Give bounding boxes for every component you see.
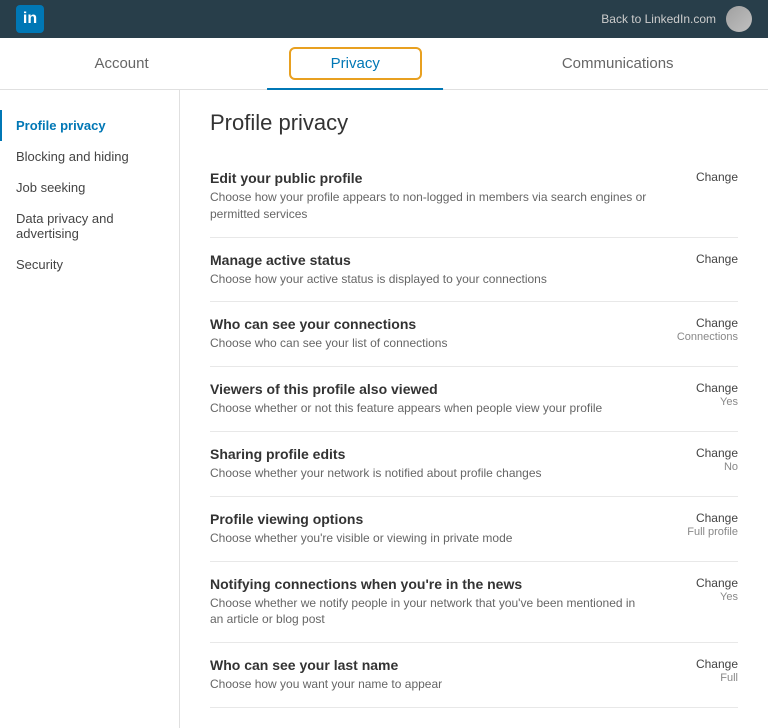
settings-item-desc-notifying-connections: Choose whether we notify people in your … xyxy=(210,595,648,629)
settings-item-right-profile-viewing-options: ChangeFull profile xyxy=(668,511,738,538)
settings-item-who-can-see-last-name: Who can see your last name Choose how you… xyxy=(210,643,738,708)
tab-privacy[interactable]: Privacy xyxy=(209,38,502,90)
change-link-manage-active-status[interactable]: Change xyxy=(668,252,738,266)
settings-item-left-notifying-connections: Notifying connections when you're in the… xyxy=(210,576,668,629)
sidebar: Profile privacy Blocking and hiding Job … xyxy=(0,90,180,728)
settings-item-left-viewers-also-viewed: Viewers of this profile also viewed Choos… xyxy=(210,381,668,417)
settings-item-desc-sharing-profile-edits: Choose whether your network is notified … xyxy=(210,465,648,482)
avatar-image xyxy=(726,6,752,32)
sidebar-item-data-privacy[interactable]: Data privacy and advertising xyxy=(0,203,179,249)
settings-item-right-manage-active-status: Change xyxy=(668,252,738,266)
settings-item-title-who-can-see-connections: Who can see your connections xyxy=(210,316,648,332)
page-title: Profile privacy xyxy=(210,110,738,136)
change-link-notifying-connections[interactable]: Change xyxy=(668,576,738,590)
settings-item-title-viewers-also-viewed: Viewers of this profile also viewed xyxy=(210,381,648,397)
sidebar-item-job-seeking[interactable]: Job seeking xyxy=(0,172,179,203)
settings-item-title-who-can-see-last-name: Who can see your last name xyxy=(210,657,648,673)
settings-item-left-sharing-profile-edits: Sharing profile edits Choose whether your… xyxy=(210,446,668,482)
settings-item-title-profile-viewing-options: Profile viewing options xyxy=(210,511,648,527)
settings-list: Edit your public profile Choose how your … xyxy=(210,156,738,708)
settings-item-title-manage-active-status: Manage active status xyxy=(210,252,648,268)
change-value-who-can-see-connections: Connections xyxy=(668,331,738,343)
settings-item-right-who-can-see-connections: ChangeConnections xyxy=(668,316,738,343)
settings-item-right-edit-public-profile: Change xyxy=(668,170,738,184)
settings-item-right-notifying-connections: ChangeYes xyxy=(668,576,738,603)
change-value-viewers-also-viewed: Yes xyxy=(668,396,738,408)
tab-account[interactable]: Account xyxy=(34,38,208,90)
settings-item-viewers-also-viewed: Viewers of this profile also viewed Choos… xyxy=(210,367,738,432)
settings-item-desc-edit-public-profile: Choose how your profile appears to non-l… xyxy=(210,189,648,223)
avatar[interactable] xyxy=(726,6,752,32)
main-layout: Profile privacy Blocking and hiding Job … xyxy=(0,90,768,728)
settings-item-profile-viewing-options: Profile viewing options Choose whether yo… xyxy=(210,497,738,562)
change-link-edit-public-profile[interactable]: Change xyxy=(668,170,738,184)
settings-item-edit-public-profile: Edit your public profile Choose how your … xyxy=(210,156,738,238)
settings-item-left-manage-active-status: Manage active status Choose how your acti… xyxy=(210,252,668,288)
change-value-sharing-profile-edits: No xyxy=(668,461,738,473)
settings-item-manage-active-status: Manage active status Choose how your acti… xyxy=(210,238,738,303)
settings-item-desc-manage-active-status: Choose how your active status is display… xyxy=(210,271,648,288)
settings-item-title-edit-public-profile: Edit your public profile xyxy=(210,170,648,186)
linkedin-logo-icon: in xyxy=(16,5,44,33)
change-link-who-can-see-connections[interactable]: Change xyxy=(668,316,738,330)
back-to-linkedin-link[interactable]: Back to LinkedIn.com xyxy=(601,12,716,26)
settings-item-left-who-can-see-last-name: Who can see your last name Choose how you… xyxy=(210,657,668,693)
sidebar-item-security[interactable]: Security xyxy=(0,249,179,280)
change-value-who-can-see-last-name: Full xyxy=(668,672,738,684)
tab-communications[interactable]: Communications xyxy=(502,38,734,90)
settings-item-left-edit-public-profile: Edit your public profile Choose how your … xyxy=(210,170,668,223)
settings-item-who-can-see-connections: Who can see your connections Choose who c… xyxy=(210,302,738,367)
settings-item-left-profile-viewing-options: Profile viewing options Choose whether yo… xyxy=(210,511,668,547)
change-link-who-can-see-last-name[interactable]: Change xyxy=(668,657,738,671)
content-area: Profile privacy Edit your public profile… xyxy=(180,90,768,728)
change-link-viewers-also-viewed[interactable]: Change xyxy=(668,381,738,395)
settings-item-left-who-can-see-connections: Who can see your connections Choose who c… xyxy=(210,316,668,352)
settings-item-notifying-connections: Notifying connections when you're in the… xyxy=(210,562,738,644)
change-link-sharing-profile-edits[interactable]: Change xyxy=(668,446,738,460)
settings-item-title-notifying-connections: Notifying connections when you're in the… xyxy=(210,576,648,592)
tab-privacy-highlight: Privacy xyxy=(289,47,422,80)
settings-item-right-sharing-profile-edits: ChangeNo xyxy=(668,446,738,473)
nav-tabs: Account Privacy Communications xyxy=(0,38,768,90)
settings-item-desc-who-can-see-connections: Choose who can see your list of connecti… xyxy=(210,335,648,352)
settings-item-right-viewers-also-viewed: ChangeYes xyxy=(668,381,738,408)
settings-item-desc-viewers-also-viewed: Choose whether or not this feature appea… xyxy=(210,400,648,417)
top-bar: in Back to LinkedIn.com xyxy=(0,0,768,38)
change-value-profile-viewing-options: Full profile xyxy=(668,526,738,538)
sidebar-item-profile-privacy[interactable]: Profile privacy xyxy=(0,110,179,141)
settings-item-desc-profile-viewing-options: Choose whether you're visible or viewing… xyxy=(210,530,648,547)
sidebar-item-blocking-hiding[interactable]: Blocking and hiding xyxy=(0,141,179,172)
change-link-profile-viewing-options[interactable]: Change xyxy=(668,511,738,525)
settings-item-sharing-profile-edits: Sharing profile edits Choose whether your… xyxy=(210,432,738,497)
settings-item-desc-who-can-see-last-name: Choose how you want your name to appear xyxy=(210,676,648,693)
top-bar-right: Back to LinkedIn.com xyxy=(601,6,752,32)
change-value-notifying-connections: Yes xyxy=(668,591,738,603)
settings-item-title-sharing-profile-edits: Sharing profile edits xyxy=(210,446,648,462)
settings-item-right-who-can-see-last-name: ChangeFull xyxy=(668,657,738,684)
